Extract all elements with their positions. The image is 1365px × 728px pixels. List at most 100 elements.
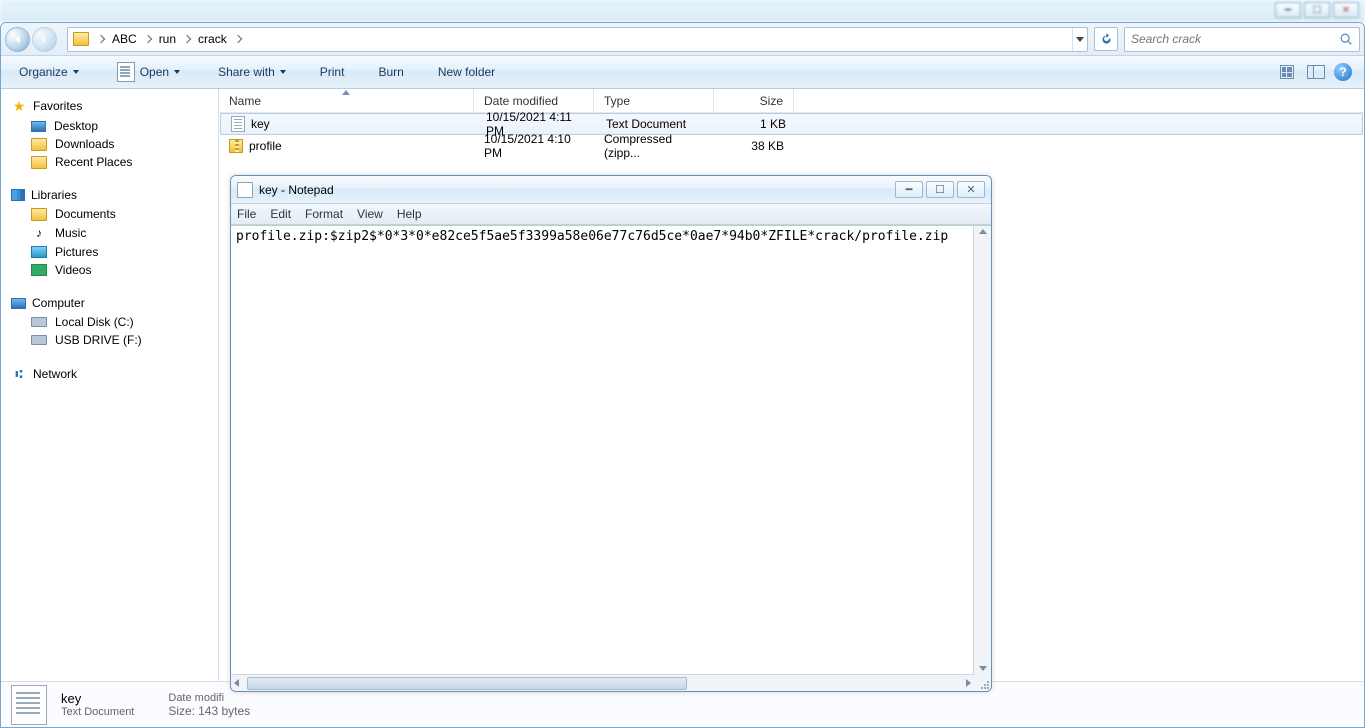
details-filename: key [61,691,134,706]
notepad-icon [237,182,253,198]
vertical-scrollbar[interactable] [974,226,991,691]
toolbar: Organize Open Share with Print Burn New … [1,56,1364,89]
burn-button[interactable]: Burn [368,56,413,89]
column-size[interactable]: Size [714,89,794,112]
sidebar-item-pictures[interactable]: Pictures [1,243,218,261]
folder-icon [31,156,47,169]
videos-icon [31,264,47,276]
crumb-1[interactable]: run [155,32,180,46]
os-minimize-button[interactable]: ━ [1275,2,1301,18]
notepad-window[interactable]: key - Notepad ━ ☐ ✕ File Edit Format Vie… [230,175,992,692]
notepad-close-button[interactable]: ✕ [957,181,985,198]
chevron-right-icon [183,35,191,43]
file-type: Compressed (zipp... [594,132,714,160]
view-options-button[interactable] [1278,62,1298,82]
computer-group[interactable]: Computer [1,293,218,313]
scroll-up-icon[interactable] [979,229,987,234]
column-headers: Name Date modified Type Size [219,89,1364,113]
notepad-titlebar[interactable]: key - Notepad ━ ☐ ✕ [231,176,991,203]
star-icon: ★ [11,98,27,114]
text-file-icon [231,116,245,132]
file-date: 10/15/2021 4:10 PM [474,132,594,160]
folder-icon [31,138,47,151]
menu-file[interactable]: File [237,207,256,221]
crumb-2[interactable]: crack [194,32,231,46]
menu-view[interactable]: View [357,207,383,221]
usb-icon [31,335,47,345]
notepad-textarea[interactable]: profile.zip:$zip2$*0*3*0*e82ce5f5ae5f339… [231,226,974,691]
file-row[interactable]: key10/15/2021 4:11 PMText Document1 KB [220,113,1363,135]
sidebar-item-music[interactable]: ♪Music [1,223,218,243]
notepad-maximize-button[interactable]: ☐ [926,181,954,198]
zip-icon [229,139,243,153]
breadcrumb-dropdown[interactable] [1072,28,1087,51]
open-button[interactable]: Open [107,56,190,89]
scroll-down-icon[interactable] [979,666,987,671]
column-type[interactable]: Type [594,89,714,112]
file-row[interactable]: profile 10/15/2021 4:10 PMCompressed (zip… [219,135,1364,157]
preview-pane-button[interactable] [1306,62,1326,82]
folder-icon [73,32,89,46]
print-button[interactable]: Print [310,56,355,89]
crumb-0[interactable]: ABC [108,32,141,46]
menu-edit[interactable]: Edit [270,207,291,221]
menu-format[interactable]: Format [305,207,343,221]
desktop-background: ━ ☐ ✕ [0,0,1365,22]
sidebar-item-usb-drive[interactable]: USB DRIVE (F:) [1,331,218,349]
os-close-button[interactable]: ✕ [1333,2,1359,18]
share-with-button[interactable]: Share with [208,56,296,89]
navigation-pane: ★Favorites Desktop Downloads Recent Plac… [1,89,219,681]
document-icon [117,62,135,82]
scroll-left-icon[interactable] [234,679,239,687]
chevron-right-icon [97,35,105,43]
sidebar-item-documents[interactable]: Documents [1,205,218,223]
file-name: key [251,117,270,131]
breadcrumb[interactable]: ABC run crack [67,27,1088,52]
libraries-icon [11,189,25,201]
network-group[interactable]: ⑆Network [1,363,218,385]
sidebar-item-downloads[interactable]: Downloads [1,135,218,153]
libraries-group[interactable]: Libraries [1,185,218,205]
address-bar: ABC run crack [1,23,1364,56]
search-input[interactable] [1131,32,1339,46]
sidebar-item-recent-places[interactable]: Recent Places [1,153,218,171]
file-size: 1 KB [716,117,796,131]
notepad-minimize-button[interactable]: ━ [895,181,923,198]
desktop-icon [31,121,46,132]
sidebar-item-videos[interactable]: Videos [1,261,218,279]
notepad-menubar: File Edit Format View Help [231,203,991,225]
scroll-thumb[interactable] [247,677,687,690]
column-date[interactable]: Date modified [474,89,594,112]
music-icon: ♪ [31,225,47,241]
menu-help[interactable]: Help [397,207,422,221]
file-name: profile [249,139,282,153]
sidebar-item-desktop[interactable]: Desktop [1,117,218,135]
file-size: 38 KB [714,139,794,153]
column-name[interactable]: Name [219,89,474,112]
notepad-title: key - Notepad [259,183,895,197]
network-icon: ⑆ [11,366,27,382]
computer-icon [11,298,26,309]
back-button[interactable] [5,27,30,52]
chevron-right-icon [233,35,241,43]
folder-icon [31,208,47,221]
file-type: Text Document [596,117,716,131]
search-box[interactable] [1124,27,1360,52]
organize-button[interactable]: Organize [9,56,89,89]
horizontal-scrollbar[interactable] [231,674,974,691]
scroll-right-icon[interactable] [966,679,971,687]
details-filetype: Text Document [61,706,134,718]
os-maximize-button[interactable]: ☐ [1304,2,1330,18]
resize-grip[interactable] [977,677,989,689]
new-folder-button[interactable]: New folder [428,56,505,89]
pictures-icon [31,246,47,258]
favorites-group[interactable]: ★Favorites [1,95,218,117]
refresh-button[interactable] [1094,27,1118,51]
help-button[interactable]: ? [1334,63,1352,81]
disk-icon [31,317,47,327]
forward-button[interactable] [32,27,57,52]
search-icon [1339,32,1353,46]
sort-asc-icon [342,90,350,95]
file-type-icon [11,685,47,725]
sidebar-item-local-disk[interactable]: Local Disk (C:) [1,313,218,331]
